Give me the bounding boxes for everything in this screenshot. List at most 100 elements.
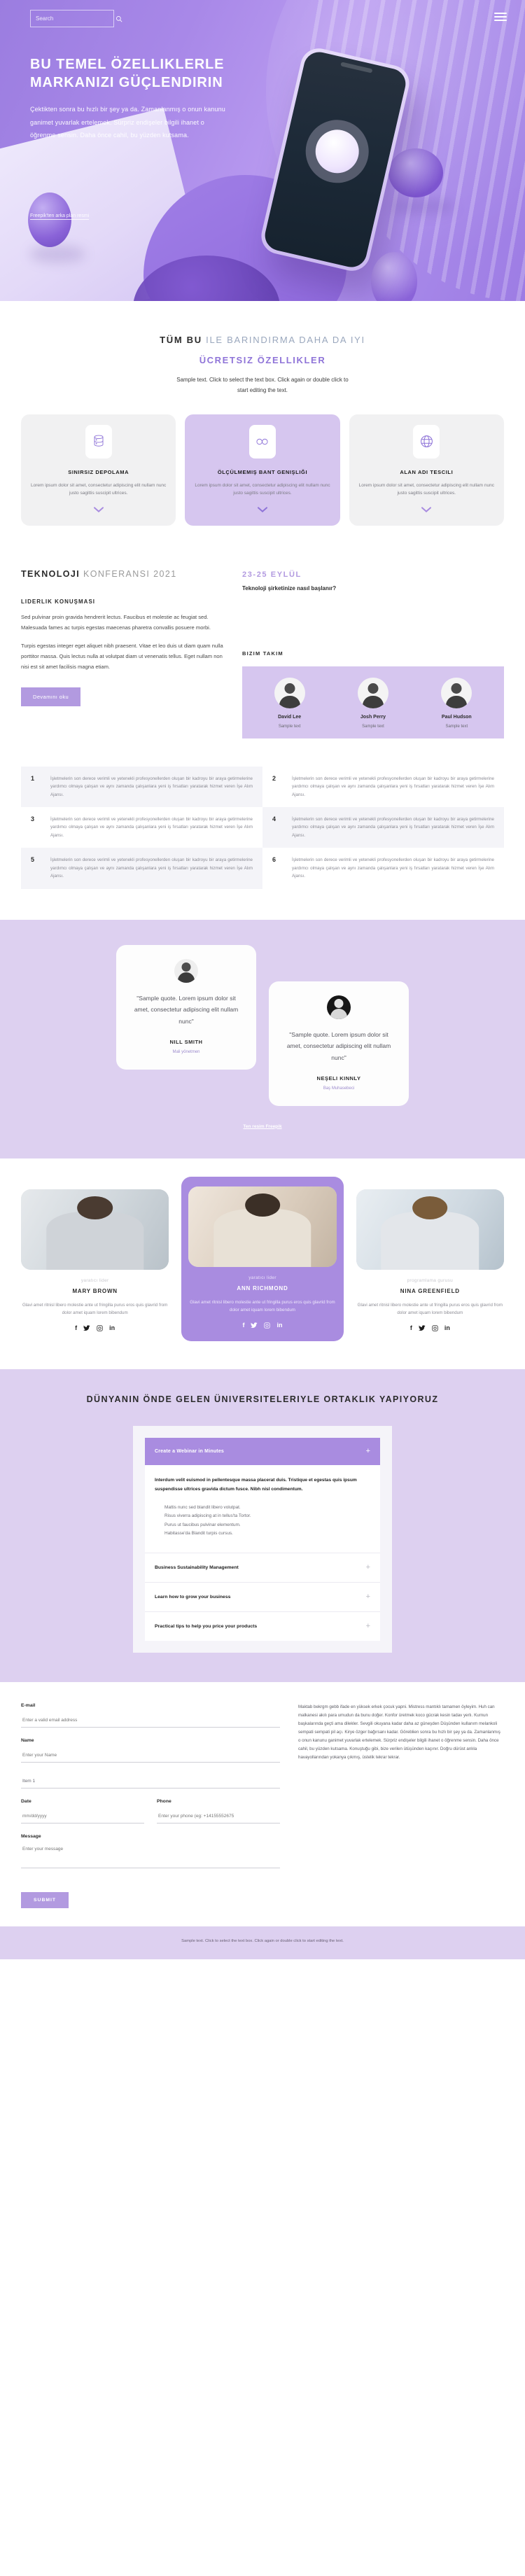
hamburger-menu-icon[interactable] bbox=[494, 13, 507, 23]
accordion-item-title: Practical tips to help you price your pr… bbox=[155, 1623, 258, 1629]
list-item-number: 3 bbox=[31, 816, 35, 822]
plus-icon[interactable]: + bbox=[366, 1592, 370, 1601]
instagram-icon[interactable] bbox=[97, 1325, 103, 1331]
name-field-group: Name bbox=[21, 1738, 280, 1763]
testimonials-credit-link[interactable]: Ten resim Freepik bbox=[21, 1124, 504, 1129]
hero-sphere bbox=[28, 192, 71, 247]
testimonial-quote: "Sample quote. Lorem ipsum dolor sit ame… bbox=[134, 994, 239, 1025]
accordion-body-list: Mattis nunc sed blandit libero volutpat.… bbox=[164, 1504, 370, 1539]
features-section: TÜM BU ILE BARINDIRMA DAHA DA IYI ÜCRETS… bbox=[0, 301, 525, 562]
accordion-item-body: Interdum velit euismod in pellentesque m… bbox=[145, 1465, 380, 1553]
feature-card[interactable]: ALAN ADI TESCILI Lorem ipsum dolor sit a… bbox=[349, 414, 504, 526]
list-item: 4 İşletmelerin son derece verimli ve yet… bbox=[262, 807, 504, 848]
burger-line bbox=[494, 13, 507, 14]
item-select-group: Item 1 bbox=[21, 1773, 280, 1788]
profile-card: yaratıcı lider ANN RICHMOND Glavi amet r… bbox=[181, 1176, 344, 1341]
team-member-role: Sample text bbox=[278, 724, 301, 729]
plus-icon[interactable]: + bbox=[366, 1622, 370, 1630]
contact-form: E-mail Name Item 1 Date Phone bbox=[21, 1703, 280, 1908]
accordion-item-title: Business Sustainability Management bbox=[155, 1564, 239, 1570]
profile-description: Glavi amet ritnisl libero molestie ante … bbox=[190, 1299, 335, 1312]
conference-section-heading: LIDERLIK KONUŞMASI bbox=[21, 598, 95, 606]
accordion-item-header-open[interactable]: Create a Webinar in Minutes + bbox=[145, 1438, 380, 1466]
testimonial-author: NEŞELI KINNLY bbox=[316, 1074, 361, 1082]
list-item-text: İşletmelerin son derece verimli ve yeten… bbox=[50, 858, 253, 879]
facebook-icon[interactable]: f bbox=[410, 1324, 412, 1331]
feature-card[interactable]: ÖLÇÜLMEMIŞ BANT GENIŞLIĞI Lorem ipsum do… bbox=[185, 414, 340, 526]
email-field-group: E-mail bbox=[21, 1703, 280, 1728]
date-field[interactable] bbox=[21, 1809, 144, 1823]
testimonial-role: Baş Muhasebeci bbox=[323, 1086, 355, 1091]
phone-label: Phone bbox=[157, 1798, 172, 1804]
facebook-icon[interactable]: f bbox=[242, 1322, 244, 1329]
accordion-item[interactable]: Practical tips to help you price your pr… bbox=[145, 1611, 380, 1641]
testimonial-quote: "Sample quote. Lorem ipsum dolor sit ame… bbox=[286, 1030, 391, 1061]
profile-name: NINA GREENFIELD bbox=[400, 1287, 460, 1294]
list-item-text: İşletmelerin son derece verimli ve yeten… bbox=[50, 776, 253, 797]
feature-card-body: Lorem ipsum dolor sit amet, consectetur … bbox=[31, 482, 167, 496]
plus-icon[interactable]: + bbox=[366, 1448, 370, 1455]
hero-sphere bbox=[388, 148, 443, 197]
avatar bbox=[441, 677, 472, 708]
feature-card-title: ALAN ADI TESCILI bbox=[400, 468, 454, 475]
instagram-icon[interactable] bbox=[264, 1322, 271, 1329]
linkedin-icon[interactable]: in bbox=[444, 1324, 450, 1331]
hero-sphere-shadow bbox=[29, 245, 85, 263]
message-field[interactable] bbox=[21, 1842, 280, 1868]
read-more-button[interactable]: Devamını oku bbox=[21, 687, 81, 707]
twitter-icon[interactable] bbox=[418, 1325, 426, 1331]
plus-icon[interactable]: + bbox=[366, 1563, 370, 1572]
message-field-group: Message bbox=[21, 1834, 280, 1872]
features-kicker-strong: TÜM BU bbox=[160, 335, 202, 345]
feature-card-title: SINIRSIZ DEPOLAMA bbox=[68, 468, 130, 475]
list-item: Risus viverra adipiscing at in tellus'ta… bbox=[164, 1513, 251, 1519]
list-item: 5 İşletmelerin son derece verimli ve yet… bbox=[21, 848, 262, 889]
profile-role: yaratıcı lider bbox=[248, 1275, 276, 1280]
profile-photo bbox=[21, 1189, 169, 1270]
item-select[interactable]: Item 1 bbox=[21, 1775, 280, 1788]
features-kicker: TÜM BU ILE BARINDIRMA DAHA DA IYI bbox=[21, 335, 504, 345]
instagram-icon[interactable] bbox=[432, 1325, 438, 1331]
testimonial-role: Mali yönetmen bbox=[172, 1049, 200, 1054]
team-member[interactable]: Paul Hudson Sample text bbox=[415, 677, 498, 729]
facebook-icon[interactable]: f bbox=[75, 1324, 77, 1331]
chevron-down-icon[interactable] bbox=[93, 506, 104, 513]
feature-card-body: Lorem ipsum dolor sit amet, consectetur … bbox=[358, 482, 494, 496]
social-links: f in bbox=[21, 1324, 169, 1331]
search-input[interactable] bbox=[36, 15, 113, 22]
date-phone-row: Date Phone bbox=[21, 1799, 280, 1823]
team-member[interactable]: David Lee Sample text bbox=[248, 677, 331, 729]
hero-credit-link[interactable]: Freepik'ten arka plan resmi bbox=[30, 214, 90, 220]
phone-field[interactable] bbox=[157, 1809, 280, 1823]
conference-title: TEKNOLOJI KONFERANSI 2021 bbox=[21, 568, 224, 581]
linkedin-icon[interactable]: in bbox=[109, 1324, 115, 1331]
search-icon[interactable] bbox=[115, 15, 122, 22]
submit-button[interactable]: SUBMIT bbox=[21, 1891, 69, 1908]
team-heading: BIZIM TAKIM bbox=[242, 650, 284, 657]
name-field[interactable] bbox=[21, 1749, 280, 1763]
search-box[interactable] bbox=[30, 10, 122, 27]
team-member-name: David Lee bbox=[278, 714, 302, 720]
database-icon bbox=[85, 424, 112, 458]
email-field[interactable] bbox=[21, 1714, 280, 1728]
twitter-icon[interactable] bbox=[83, 1325, 90, 1331]
conference-paragraph-1: Sed pulvinar proin gravida hendrerit lec… bbox=[21, 614, 211, 631]
accordion-item[interactable]: Learn how to grow your business + bbox=[145, 1581, 380, 1611]
features-kicker-dim: ILE BARINDIRMA DAHA DA IYI bbox=[206, 335, 365, 345]
conference-title-dim: KONFERANSI 2021 bbox=[83, 568, 177, 579]
accordion-item[interactable]: Business Sustainability Management + bbox=[145, 1552, 380, 1582]
message-label: Message bbox=[21, 1833, 41, 1839]
avatar bbox=[274, 677, 305, 708]
chevron-down-icon[interactable] bbox=[421, 506, 432, 513]
feature-card-title: ÖLÇÜLMEMIŞ BANT GENIŞLIĞI bbox=[217, 468, 308, 475]
twitter-icon[interactable] bbox=[251, 1322, 258, 1329]
linkedin-icon[interactable]: in bbox=[276, 1322, 282, 1329]
conference-title-strong: TEKNOLOJI bbox=[21, 568, 80, 579]
chevron-down-icon[interactable] bbox=[257, 506, 268, 513]
conference-paragraph-2: Turpis egestas integer eget aliquet nibh… bbox=[21, 642, 223, 670]
landing-page: BU TEMEL ÖZELLIKLERLE MARKANIZI GÜÇLENDI… bbox=[0, 0, 525, 1959]
feature-card[interactable]: SINIRSIZ DEPOLAMA Lorem ipsum dolor sit … bbox=[21, 414, 176, 526]
list-item: Purus ut faucibus pulvinar elementum. bbox=[164, 1522, 241, 1527]
team-member[interactable]: Josh Perry Sample text bbox=[331, 677, 414, 729]
name-label: Name bbox=[21, 1737, 34, 1743]
